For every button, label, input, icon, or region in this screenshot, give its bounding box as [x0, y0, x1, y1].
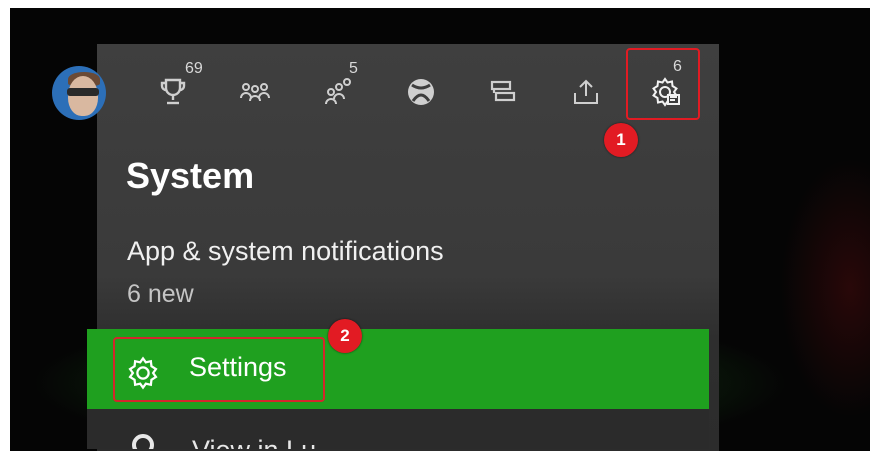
settings-gear-icon — [125, 355, 161, 395]
step-1-badge: 1 — [604, 123, 638, 157]
next-item-icon — [132, 434, 154, 449]
party-icon[interactable] — [321, 74, 357, 110]
notifications-count: 6 — [673, 58, 682, 75]
share-icon[interactable] — [568, 74, 604, 110]
avatar-glasses — [67, 88, 99, 96]
next-item-label: View in Lu — [192, 435, 316, 449]
party-count: 5 — [349, 60, 358, 77]
trophy-icon[interactable] — [155, 74, 191, 110]
messages-icon[interactable] — [485, 74, 521, 110]
notifications-item-label[interactable]: App & system notifications — [127, 236, 444, 267]
friends-icon[interactable] — [237, 74, 273, 110]
settings-menu-label: Settings — [189, 352, 287, 382]
achievements-count: 69 — [185, 60, 203, 77]
next-menu-item[interactable]: View in Lu — [87, 409, 709, 449]
background-glow — [780, 158, 870, 418]
page-title: System — [126, 155, 255, 196]
gear-notification-icon[interactable] — [647, 74, 683, 110]
step-2-badge: 2 — [328, 319, 362, 353]
avatar-face — [68, 76, 98, 116]
avatar[interactable] — [52, 66, 106, 120]
notifications-new-count: 6 new — [127, 280, 194, 308]
xbox-icon[interactable] — [403, 74, 439, 110]
